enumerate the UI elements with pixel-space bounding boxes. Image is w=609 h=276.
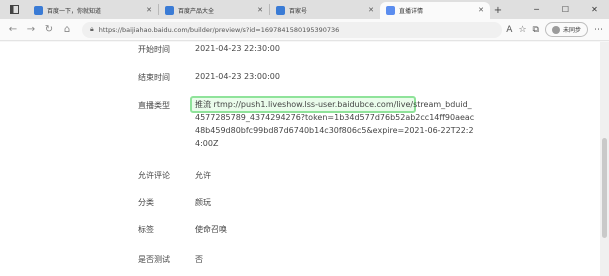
tab-label: 百度一下，你就知道 xyxy=(47,8,102,15)
live-type-row: 直播类型 xyxy=(138,100,195,111)
stream-url-value[interactable]: 推流 rtmp://push1.liveshow.lss-user.baidub… xyxy=(195,98,475,150)
close-icon[interactable]: ✕ xyxy=(146,6,152,14)
tab-label: 百家号 xyxy=(289,8,308,15)
tab-actions-menu[interactable] xyxy=(0,0,28,19)
avatar xyxy=(551,25,560,34)
browser-toolbar: A ☆ ⧉ 未同步 ⋯ xyxy=(506,22,603,37)
close-icon[interactable]: ✕ xyxy=(478,6,484,14)
address-bar[interactable]: 🔒︎ https://baijiahao.baidu.com/builder/p… xyxy=(82,21,502,38)
live-favicon-icon xyxy=(386,6,395,15)
tab-label: 百度产品大全 xyxy=(178,8,215,15)
tab-actions-icon xyxy=(9,5,19,14)
tab-live-detail[interactable]: 直播详情 ✕ xyxy=(380,2,490,19)
field-label: 允许评论 xyxy=(138,171,170,180)
field-label: 直播类型 xyxy=(138,101,170,110)
baidu-favicon-icon xyxy=(165,6,174,15)
navigation-bar: ← → ↻ ⌂ 🔒︎ https://baijiahao.baidu.com/b… xyxy=(0,19,609,41)
more-menu-icon[interactable]: ⋯ xyxy=(594,25,603,35)
start-time-row: 开始时间 2021-04-23 22:30:00 xyxy=(138,44,280,55)
vertical-scrollbar[interactable] xyxy=(600,42,609,276)
allow-comment-row: 允许评论 允许 xyxy=(138,170,211,181)
tab-baidu-home[interactable]: 百度一下，你就知道 ✕ xyxy=(28,2,158,19)
field-value: 颜玩 xyxy=(195,198,211,207)
close-window-icon[interactable]: ✕ xyxy=(580,0,609,19)
tab-strip: 百度一下，你就知道 ✕ 百度产品大全 ✕ 百家号 ✕ 直播详情 ✕ + ─ ☐ … xyxy=(0,0,609,19)
category-row: 分类 颜玩 xyxy=(138,197,211,208)
tab-baidu-products[interactable]: 百度产品大全 ✕ xyxy=(159,2,269,19)
close-icon[interactable]: ✕ xyxy=(368,6,374,14)
baidu-favicon-icon xyxy=(34,6,43,15)
tag-row: 标签 使命召唤 xyxy=(138,224,227,235)
refresh-icon[interactable]: ↻ xyxy=(40,21,58,39)
profile-label: 未同步 xyxy=(562,27,581,34)
lock-icon[interactable]: 🔒︎ xyxy=(90,25,94,34)
baijiahao-favicon-icon xyxy=(276,6,285,15)
favorites-star-icon[interactable]: ☆ xyxy=(518,25,526,35)
is-test-row: 是否测试 否 xyxy=(138,254,203,265)
field-value: 否 xyxy=(195,255,203,264)
window-controls: ─ ☐ ✕ xyxy=(522,0,609,19)
stream-prefix: 推流 xyxy=(195,100,211,109)
minimize-icon[interactable]: ─ xyxy=(522,0,551,19)
maximize-icon[interactable]: ☐ xyxy=(551,0,580,19)
home-icon[interactable]: ⌂ xyxy=(58,21,76,39)
tab-label: 直播详情 xyxy=(399,8,424,15)
stream-url: rtmp://push1.liveshow.lss-user.baidubce.… xyxy=(195,100,475,148)
reading-view-icon[interactable]: A xyxy=(506,25,512,35)
address-url: https://baijiahao.baidu.com/builder/prev… xyxy=(98,25,340,34)
field-value: 2021-04-23 22:30:00 xyxy=(195,44,280,53)
field-value: 2021-04-23 23:00:00 xyxy=(195,72,280,81)
tab-baijiahao[interactable]: 百家号 ✕ xyxy=(270,2,380,19)
field-label: 标签 xyxy=(138,225,154,234)
page-content: 开始时间 2021-04-23 22:30:00 结束时间 2021-04-23… xyxy=(0,42,600,276)
new-tab-button[interactable]: + xyxy=(490,2,506,19)
profile-button[interactable]: 未同步 xyxy=(544,22,588,37)
back-icon[interactable]: ← xyxy=(4,21,22,39)
field-label: 分类 xyxy=(138,198,154,207)
field-label: 结束时间 xyxy=(138,73,170,82)
scrollbar-thumb[interactable] xyxy=(602,138,607,238)
collections-icon[interactable]: ⧉ xyxy=(533,25,539,35)
field-label: 开始时间 xyxy=(138,45,170,54)
field-value: 允许 xyxy=(195,171,211,180)
field-value: 使命召唤 xyxy=(195,225,227,234)
end-time-row: 结束时间 2021-04-23 23:00:00 xyxy=(138,72,280,83)
close-icon[interactable]: ✕ xyxy=(257,6,263,14)
forward-icon[interactable]: → xyxy=(22,21,40,39)
field-label: 是否测试 xyxy=(138,255,170,264)
